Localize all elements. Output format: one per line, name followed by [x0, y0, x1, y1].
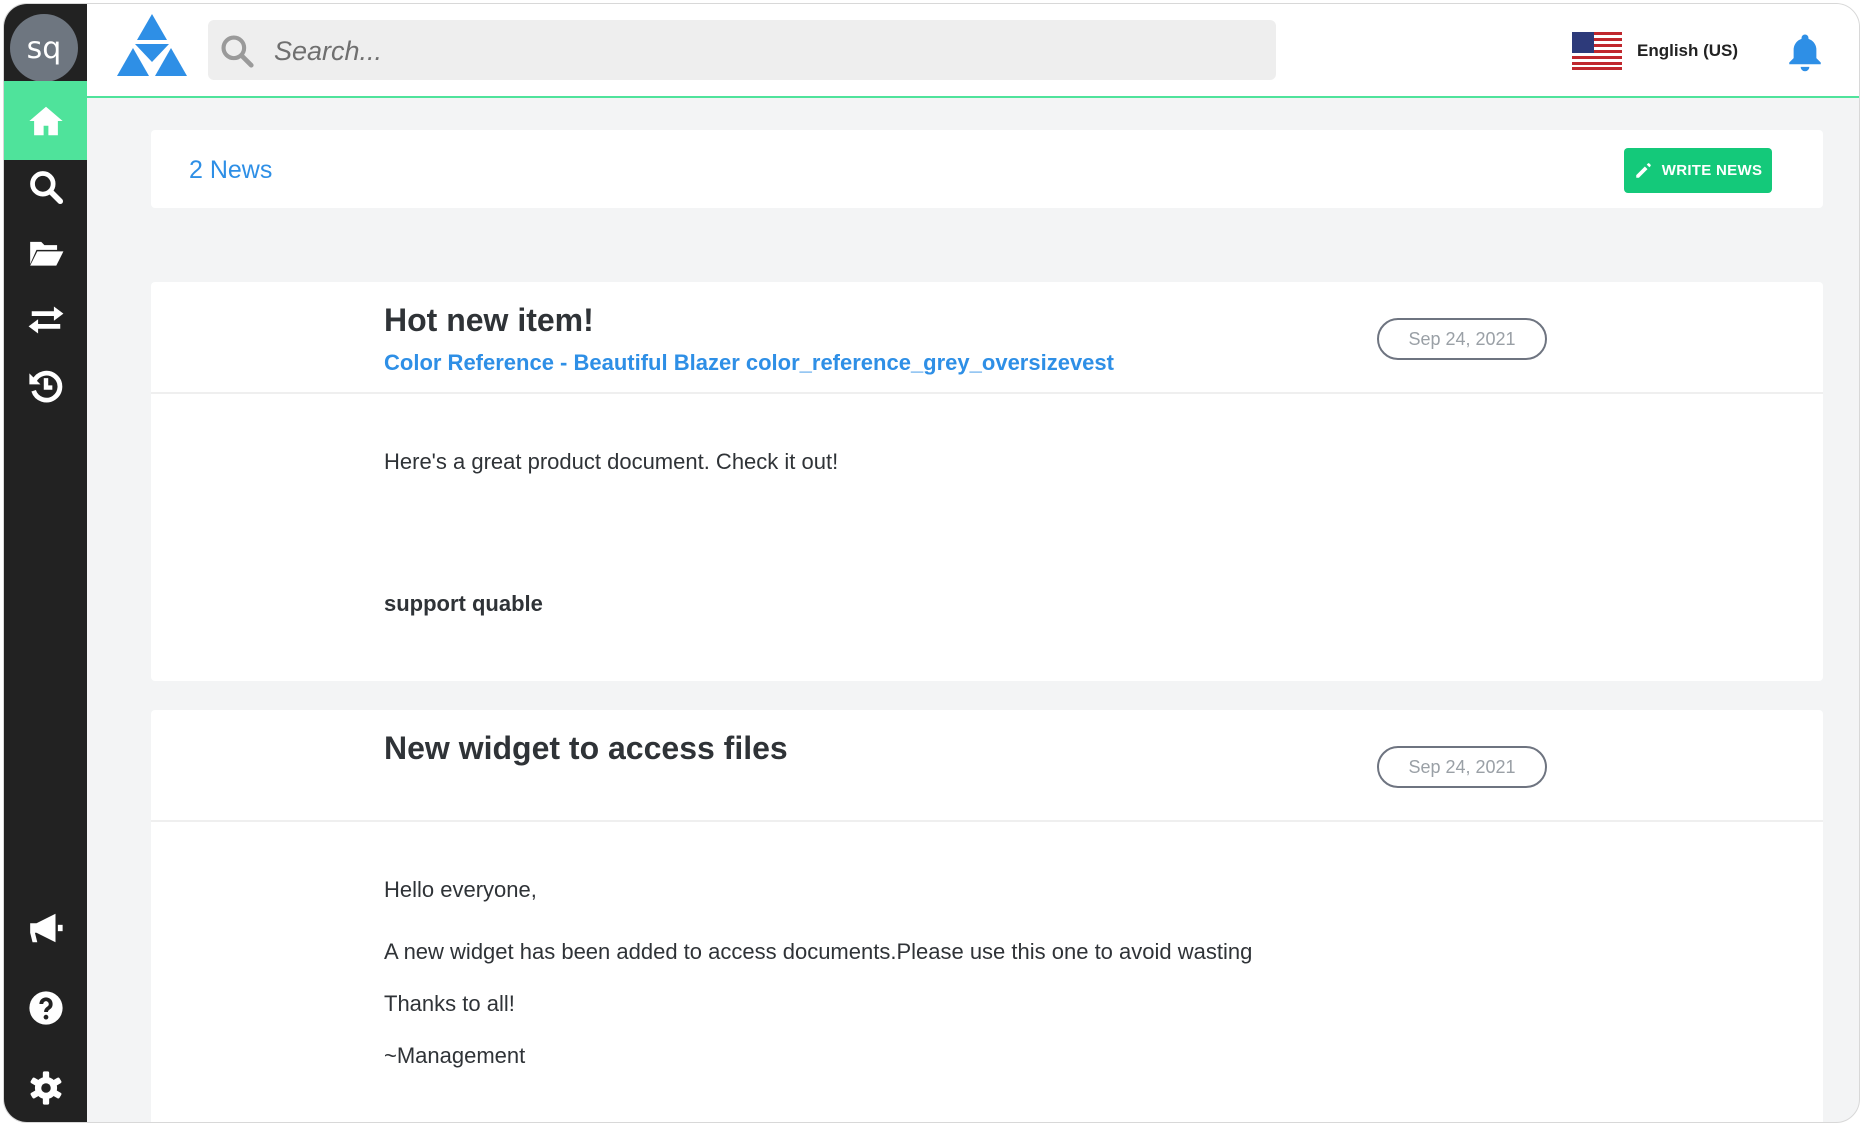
write-news-label: WRITE NEWS — [1661, 162, 1763, 179]
language-label: English (US) — [1637, 41, 1739, 60]
news-card: Hot new item! Color Reference - Beautifu… — [151, 282, 1823, 681]
news-document-link[interactable]: Color Reference - Beautiful Blazer color… — [384, 350, 1114, 376]
app-logo[interactable] — [115, 14, 189, 80]
exchange-icon — [28, 306, 63, 333]
us-flag-icon — [1572, 32, 1622, 70]
history-icon — [28, 370, 62, 402]
news-title: New widget to access files — [384, 730, 788, 766]
sidebar-item-history[interactable] — [4, 346, 87, 425]
app-window: sq Search... English (US) 2 News WRITE N… — [3, 3, 1860, 1123]
sidebar-item-news[interactable] — [4, 888, 87, 967]
news-title: Hot new item! — [384, 302, 594, 338]
language-selector[interactable]: English (US) — [1572, 32, 1738, 70]
megaphone-icon — [29, 913, 63, 942]
folder-open-icon — [29, 241, 63, 266]
news-count: 2 News — [189, 156, 273, 184]
search-icon — [221, 35, 254, 68]
avatar[interactable]: sq — [10, 14, 78, 82]
main-content: 2 News WRITE NEWS Hot new item! Color Re… — [87, 98, 1859, 1122]
search-bar[interactable] — [208, 20, 1276, 80]
write-news-button[interactable]: WRITE NEWS — [1624, 148, 1772, 193]
search-icon — [29, 170, 63, 204]
news-body-text: Hello everyone, — [384, 877, 537, 902]
news-body-text: A new widget has been added to access do… — [384, 939, 1253, 964]
sidebar-item-help[interactable] — [4, 968, 87, 1047]
top-header: English (US) — [87, 4, 1859, 98]
news-body-text: Thanks to all! — [384, 991, 515, 1016]
sidebar-item-settings[interactable] — [4, 1048, 87, 1122]
search-input[interactable] — [272, 28, 1256, 74]
home-icon — [28, 106, 63, 135]
news-date-badge: Sep 24, 2021 — [1377, 318, 1547, 360]
news-body-text: ~Management — [384, 1043, 526, 1068]
news-card-header: New widget to access files Sep 24, 2021 — [151, 710, 1823, 822]
pencil-icon — [1636, 162, 1651, 178]
news-body-signature: support quable — [384, 591, 543, 616]
news-toolbar: 2 News WRITE NEWS — [151, 130, 1823, 208]
news-card: New widget to access files Sep 24, 2021 … — [151, 710, 1823, 1122]
news-date-badge: Sep 24, 2021 — [1377, 746, 1547, 788]
bell-icon[interactable] — [1784, 30, 1826, 74]
news-body-text: Here's a great product document. Check i… — [384, 449, 839, 474]
question-circle-icon — [28, 990, 63, 1025]
news-card-header: Hot new item! Color Reference - Beautifu… — [151, 282, 1823, 394]
gear-icon — [30, 1070, 61, 1105]
sidebar: sq — [4, 4, 87, 1122]
